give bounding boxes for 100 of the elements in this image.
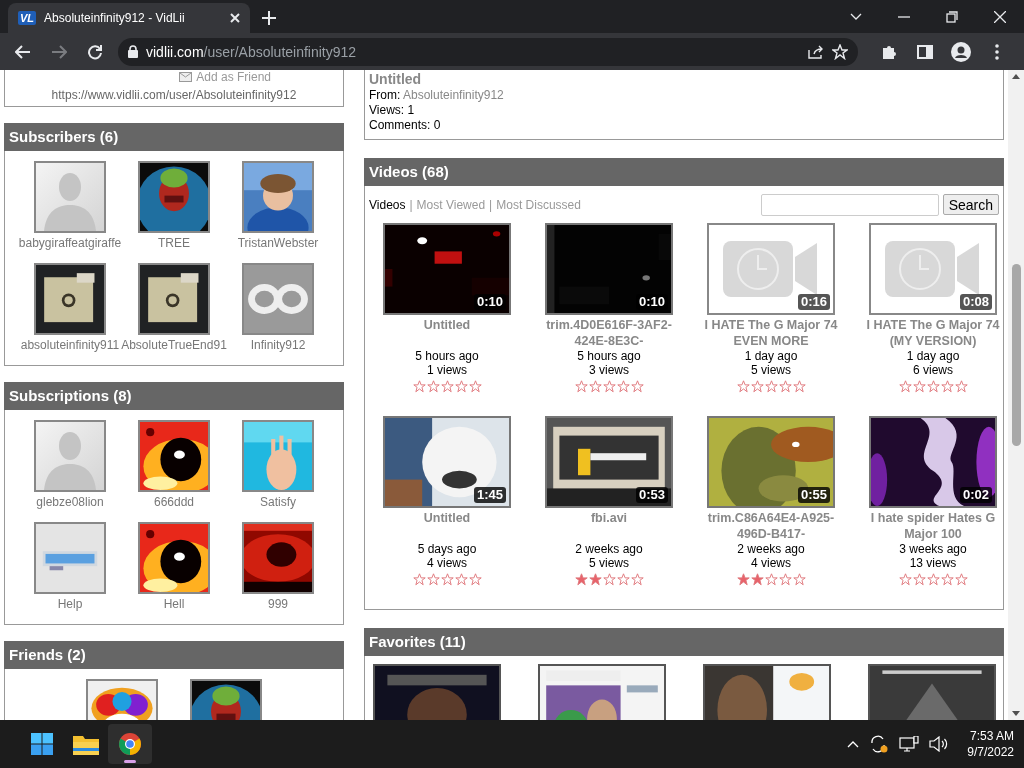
- share-icon[interactable]: [808, 44, 824, 59]
- plus-icon[interactable]: [262, 11, 276, 25]
- video-title-link[interactable]: fbi.avi: [531, 510, 687, 542]
- username-link[interactable]: Hell: [163, 596, 185, 612]
- minimize-icon[interactable]: [898, 15, 910, 18]
- volume-icon[interactable]: [929, 736, 950, 752]
- chrome-icon[interactable]: [118, 732, 142, 756]
- username-link[interactable]: TREE: [158, 235, 190, 251]
- video-title-link[interactable]: trim.C86A64E4-A925-496D-B417-: [693, 510, 849, 542]
- video-thumbnail[interactable]: 0:10: [545, 223, 673, 315]
- view-count: 6 views: [913, 363, 953, 377]
- close-icon[interactable]: [994, 10, 1006, 23]
- tab-title: Absoluteinfinity912 - VidLii: [44, 11, 186, 25]
- video-thumbnail[interactable]: 0:55: [707, 416, 835, 508]
- site-logo: VL: [18, 11, 37, 25]
- view-count: 1 views: [427, 363, 467, 377]
- username-link[interactable]: babygiraffeatgiraffe: [18, 235, 122, 251]
- folder-icon[interactable]: [73, 733, 99, 755]
- upload-age: 2 weeks ago: [737, 542, 805, 556]
- username-link[interactable]: Help: [57, 596, 83, 612]
- search-button[interactable]: Search: [942, 194, 999, 215]
- side-panel-icon[interactable]: [917, 44, 933, 59]
- scrollbar-thumb[interactable]: [1011, 264, 1021, 446]
- video-title-link[interactable]: I hate spider Hates G Major 100: [855, 510, 1008, 542]
- username-link[interactable]: 666ddd: [153, 494, 194, 510]
- video-title-link[interactable]: trim.4D0E616F-3AF2-424E-8E3C-: [531, 317, 687, 349]
- back-arrow-icon[interactable]: [15, 44, 31, 59]
- video-filter-tab[interactable]: Most Discussed: [496, 198, 581, 212]
- avatar[interactable]: [34, 263, 106, 335]
- chevron-down-icon[interactable]: [850, 12, 862, 21]
- video-title-link[interactable]: Untitled: [369, 317, 525, 349]
- section-header: Favorites (11): [364, 628, 1004, 656]
- upload-age: 2 weeks ago: [575, 542, 643, 556]
- upload-age: 5 hours ago: [415, 349, 479, 363]
- video-duration: 0:08: [959, 294, 992, 310]
- video-title-link[interactable]: I HATE The G Major 74 (MY VERSION): [855, 317, 1008, 349]
- lock-icon: [128, 45, 138, 58]
- username-link[interactable]: Infinity912: [250, 337, 306, 353]
- view-count: Views: 1: [369, 103, 416, 118]
- video-thumbnail[interactable]: 0:16: [707, 223, 835, 315]
- clock[interactable]: 7:53 AM 9/7/2022: [967, 728, 1014, 760]
- close-icon[interactable]: [230, 13, 240, 23]
- video-thumbnail[interactable]: 1:45: [383, 416, 511, 508]
- upload-age: 5 hours ago: [577, 349, 641, 363]
- avatar[interactable]: [138, 522, 210, 594]
- chevron-up-icon[interactable]: [847, 740, 860, 748]
- view-count: 4 views: [751, 556, 791, 570]
- add-friend-link[interactable]: Add as Friend: [196, 70, 271, 84]
- forward-arrow-icon[interactable]: [51, 44, 67, 59]
- avatar[interactable]: [138, 161, 210, 233]
- network-icon[interactable]: [899, 736, 920, 752]
- view-count: 5 views: [589, 556, 629, 570]
- username-link[interactable]: AbsoluteTrueEnd91: [121, 337, 227, 353]
- video-title[interactable]: Untitled: [369, 70, 999, 88]
- video-thumbnail[interactable]: 0:02: [869, 416, 997, 508]
- username-link[interactable]: TristanWebster: [237, 235, 319, 251]
- restore-icon[interactable]: [946, 10, 958, 23]
- default-avatar-icon: [36, 163, 104, 231]
- comment-count: Comments: 0: [369, 118, 442, 133]
- sync-icon[interactable]: [869, 735, 890, 753]
- video-duration: 0:53: [635, 487, 668, 503]
- upload-age: 5 days ago: [417, 542, 477, 556]
- windows-logo-icon[interactable]: [31, 733, 53, 755]
- clock-time: 7:53 AM: [969, 728, 1014, 744]
- video-duration: 0:10: [473, 294, 506, 310]
- video-title-link[interactable]: I HATE The G Major 74 EVEN MORE: [693, 317, 849, 349]
- address-bar[interactable]: vidlii.com/user/Absoluteinfinity912: [118, 37, 858, 66]
- view-count: 5 views: [751, 363, 791, 377]
- view-count: 13 views: [909, 556, 957, 570]
- star-icon[interactable]: [832, 43, 848, 60]
- video-filter-tab[interactable]: Most Viewed: [416, 198, 486, 212]
- reload-icon[interactable]: [87, 43, 103, 60]
- username-link[interactable]: 999: [268, 596, 288, 612]
- upload-age: 1 day ago: [906, 349, 960, 363]
- default-avatar-icon: [36, 422, 104, 490]
- url-text: vidlii.com/user/Absoluteinfinity912: [146, 43, 358, 60]
- username-link[interactable]: glebze08lion: [36, 494, 104, 510]
- mail-icon: [179, 72, 193, 82]
- profile-icon[interactable]: [951, 41, 971, 62]
- video-thumbnail[interactable]: 0:10: [383, 223, 511, 315]
- upload-age: 1 day ago: [744, 349, 798, 363]
- separator-text: |: [409, 198, 413, 212]
- video-title-link[interactable]: Untitled: [369, 510, 525, 542]
- view-count: 3 views: [589, 363, 629, 377]
- menu-icon[interactable]: [995, 43, 999, 60]
- view-count: 4 views: [427, 556, 467, 570]
- avatar[interactable]: [138, 420, 210, 492]
- puzzle-icon[interactable]: [881, 43, 897, 60]
- uploader-link[interactable]: Absoluteinfinity912: [403, 88, 504, 102]
- section-header: Friends (2): [4, 641, 344, 669]
- browser-tab[interactable]: VL Absoluteinfinity912 - VidLii: [8, 3, 250, 33]
- video-duration: 1:45: [473, 487, 506, 503]
- video-thumbnail[interactable]: 0:53: [545, 416, 673, 508]
- video-thumbnail[interactable]: 0:08: [869, 223, 997, 315]
- video-duration: 0:55: [797, 487, 830, 503]
- video-filter-tab[interactable]: Videos: [369, 198, 406, 212]
- username-link[interactable]: Satisfy: [260, 494, 296, 510]
- avatar[interactable]: [138, 263, 210, 335]
- username-link[interactable]: absoluteinfinity911: [20, 337, 120, 353]
- search-field[interactable]: [760, 194, 939, 216]
